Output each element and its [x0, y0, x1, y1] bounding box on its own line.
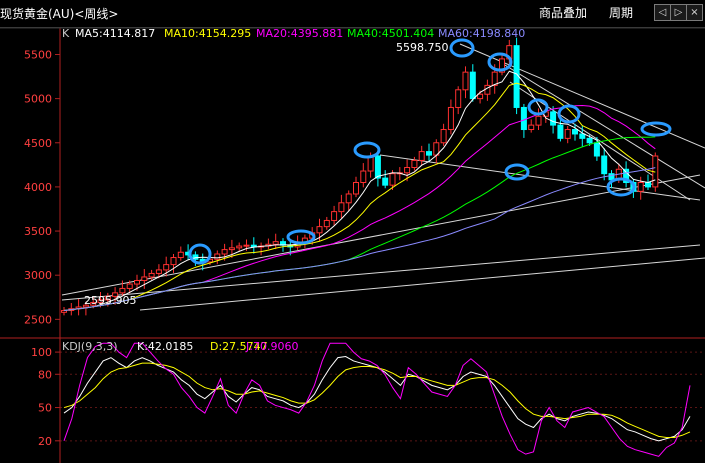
code-label: K: [62, 27, 70, 40]
price-tick-label: 3000: [24, 269, 52, 282]
candle-body: [382, 177, 389, 186]
price-tick-label: 5500: [24, 48, 52, 61]
highlight-circle: [640, 121, 672, 137]
candle-body: [134, 279, 140, 285]
price-tick-label: 3500: [24, 225, 52, 238]
candle-body: [601, 155, 608, 175]
kdj-lines: [63, 342, 691, 457]
overlay-button[interactable]: 商品叠加: [539, 4, 587, 22]
candle-body: [163, 264, 170, 271]
candle-body: [528, 124, 535, 131]
candle-body: [345, 193, 352, 204]
candle-body: [520, 106, 527, 131]
candle-body: [645, 182, 651, 188]
close-icon[interactable]: ×: [686, 4, 703, 21]
price-tick-label: 4000: [24, 181, 52, 194]
candle-body: [353, 182, 359, 195]
candle-body: [243, 244, 250, 247]
kdj-k-line: [63, 356, 691, 442]
highlight-circle: [504, 163, 530, 181]
ma5-label: MA5:4114.817: [75, 27, 155, 40]
grid: [60, 351, 705, 442]
candle-body: [447, 106, 454, 131]
prev-icon[interactable]: ◁: [654, 4, 671, 21]
kdj-tick-label: 100: [31, 346, 52, 359]
candles: [61, 37, 659, 316]
candle-body: [572, 129, 578, 135]
kdj-tick-label: 20: [38, 435, 52, 448]
candle-body: [331, 211, 338, 221]
candle-body: [323, 219, 330, 228]
ma20-label: MA20:4395.881: [256, 27, 343, 40]
ma60-label: MA60:4198.840: [438, 27, 525, 40]
price-tick-label: 2500: [24, 313, 52, 326]
kdj-tick-label: 80: [38, 368, 52, 381]
candle-body: [440, 129, 447, 144]
candle-body: [316, 226, 323, 234]
ma40-line: [63, 136, 656, 312]
candle-body: [272, 241, 279, 245]
kdj-k-label: K:42.0185: [137, 340, 193, 353]
candle-body: [637, 182, 644, 192]
price-tick-label: 4500: [24, 137, 52, 150]
candle-body: [418, 151, 425, 161]
candle-body: [557, 124, 564, 139]
kdj-j-line: [63, 342, 691, 457]
candle-body: [608, 173, 615, 181]
candle-body: [389, 173, 396, 186]
candle-body: [455, 89, 462, 108]
title-bar: 现货黄金(AU)<周线> 商品叠加 周期 ◁ ▷ ×: [0, 0, 705, 28]
candle-body: [586, 137, 593, 144]
axes: 5500 5000 4500 4000 3500 3000 2500 100 80 50 20: [0, 27, 705, 463]
price-tick-label: 5000: [24, 93, 52, 106]
candle-body: [155, 269, 162, 274]
candle-body: [221, 249, 228, 255]
candle-body: [236, 245, 243, 249]
candle-body: [360, 170, 367, 183]
candle-body: [228, 247, 235, 251]
candle-body: [141, 276, 148, 281]
candle-body: [404, 166, 411, 174]
trend-line: [61, 174, 701, 296]
kdj-title: KDJ(9,3,3): [62, 340, 118, 353]
chart-title: 现货黄金(AU)<周线>: [0, 7, 119, 21]
candle-body: [126, 283, 133, 289]
max-price-label: 5598.750: [396, 41, 449, 54]
candle-body: [214, 253, 221, 260]
min-price-label: 2595.905: [84, 294, 137, 307]
candle-body: [535, 115, 542, 126]
period-button[interactable]: 周期: [609, 4, 633, 22]
candle-body: [338, 202, 345, 213]
candle-body: [374, 155, 381, 179]
next-icon[interactable]: ▷: [670, 4, 687, 21]
candle-body: [170, 257, 177, 266]
candle-body: [550, 111, 557, 126]
candle-body: [119, 287, 126, 294]
highlight-circle: [557, 104, 581, 124]
candle-body: [477, 93, 484, 100]
candle-body: [469, 71, 476, 100]
kline-chart[interactable]: 5500500045004000350030002500100805020 K …: [0, 0, 705, 463]
candle-body: [426, 151, 432, 156]
kdj-j-label: J:70.9060: [245, 340, 298, 353]
ma40-label: MA40:4501.404: [347, 27, 434, 40]
highlight-circle: [353, 141, 381, 159]
candle-body: [177, 251, 184, 259]
candle-body: [462, 71, 469, 91]
candle-body: [564, 129, 571, 139]
candle-body: [411, 159, 418, 168]
candle-body: [148, 272, 155, 278]
kdj-tick-label: 50: [38, 402, 52, 415]
candle-body: [579, 133, 586, 139]
trend-line: [139, 257, 705, 311]
ma10-label: MA10:4154.295: [164, 27, 251, 40]
candle-body: [593, 142, 600, 157]
